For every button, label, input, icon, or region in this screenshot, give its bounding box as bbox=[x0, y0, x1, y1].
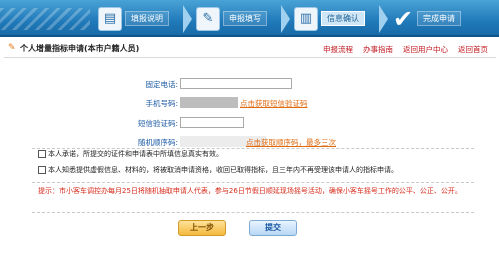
step-complete: ✔ 完成申请 bbox=[392, 4, 471, 33]
sms-code-input[interactable] bbox=[180, 117, 244, 128]
page-title: 个人增量指标申请(本市户籍人员) bbox=[20, 44, 140, 53]
window-icon: ▥ bbox=[294, 6, 318, 31]
agreement-text: 本人知悉提供虚假信息、材料的，将被取消申请资格，收回已取得指标，且三年内不再受理… bbox=[48, 166, 398, 174]
step-progress: ▤ 填报说明 ✎ 申报填写 ▥ 信息确认 ✔ 完成申请 bbox=[98, 4, 471, 33]
sms-code-label: 短信验证码: bbox=[137, 119, 178, 128]
step-fill-in: ✎ 申报填写 bbox=[196, 4, 277, 33]
check-icon: ✔ bbox=[392, 4, 414, 33]
page-header: ✎ 个人增量指标申请(本市户籍人员) 申报流程 办事指南 返回用户中心 返回首页 bbox=[4, 41, 496, 57]
link-guide[interactable]: 办事指南 bbox=[363, 44, 393, 55]
divider bbox=[32, 182, 474, 183]
landline-label: 固定电话: bbox=[145, 80, 178, 89]
pencil-icon: ✎ bbox=[8, 43, 16, 53]
agreement-truthful[interactable]: 本人承诺，所提交的证件和申请表中所填信息真实有效。 bbox=[38, 149, 398, 159]
step-instructions: ▤ 填报说明 bbox=[98, 4, 179, 33]
link-user-center[interactable]: 返回用户中心 bbox=[403, 44, 448, 55]
link-home[interactable]: 返回首页 bbox=[458, 44, 488, 55]
step-arrow bbox=[183, 4, 192, 33]
step-label: 填报说明 bbox=[125, 11, 169, 26]
clipboard-icon: ▤ bbox=[98, 6, 122, 31]
step-arrow bbox=[281, 4, 290, 33]
banner-decoration bbox=[0, 8, 90, 30]
link-process[interactable]: 申报流程 bbox=[323, 44, 353, 55]
get-random-code-link[interactable]: 点击获取顺序码，最多三次 bbox=[246, 137, 336, 148]
step-label: 申报填写 bbox=[223, 11, 267, 26]
step-arrow bbox=[379, 4, 388, 33]
get-sms-code-link[interactable]: 点击获取短信验证码 bbox=[240, 98, 308, 109]
header-links: 申报流程 办事指南 返回用户中心 返回首页 bbox=[323, 44, 488, 55]
previous-button[interactable]: 上一步 bbox=[178, 220, 226, 236]
checkbox[interactable] bbox=[38, 166, 46, 174]
divider bbox=[32, 212, 474, 213]
mobile-number-masked bbox=[180, 97, 238, 108]
step-confirm: ▥ 信息确认 bbox=[294, 4, 375, 33]
pencil-icon: ✎ bbox=[196, 6, 220, 31]
step-label: 信息确认 bbox=[321, 11, 365, 26]
landline-input[interactable] bbox=[180, 78, 292, 89]
submit-button[interactable]: 提交 bbox=[249, 220, 297, 236]
checkbox[interactable] bbox=[38, 150, 46, 158]
divider bbox=[4, 57, 496, 58]
agreement-text: 本人承诺，所提交的证件和申请表中所填信息真实有效。 bbox=[48, 150, 223, 158]
random-code-label: 随机顺序码: bbox=[137, 138, 178, 147]
step-banner: ▤ 填报说明 ✎ 申报填写 ▥ 信息确认 ✔ 完成申请 bbox=[0, 0, 499, 37]
step-label: 完成申请 bbox=[417, 11, 461, 26]
agreement-penalty[interactable]: 本人知悉提供虚假信息、材料的，将被取消申请资格，收回已取得指标，且三年内不再受理… bbox=[38, 165, 398, 175]
mobile-label: 手机号码: bbox=[145, 99, 178, 108]
agreement-checks: 本人承诺，所提交的证件和申请表中所填信息真实有效。 本人知悉提供虚假信息、材料的… bbox=[38, 149, 398, 181]
notice-text: 提示：市小客车调控办每月25日将随机抽取申请人代表，参与26日节假日顺延现场摇号… bbox=[38, 187, 462, 195]
